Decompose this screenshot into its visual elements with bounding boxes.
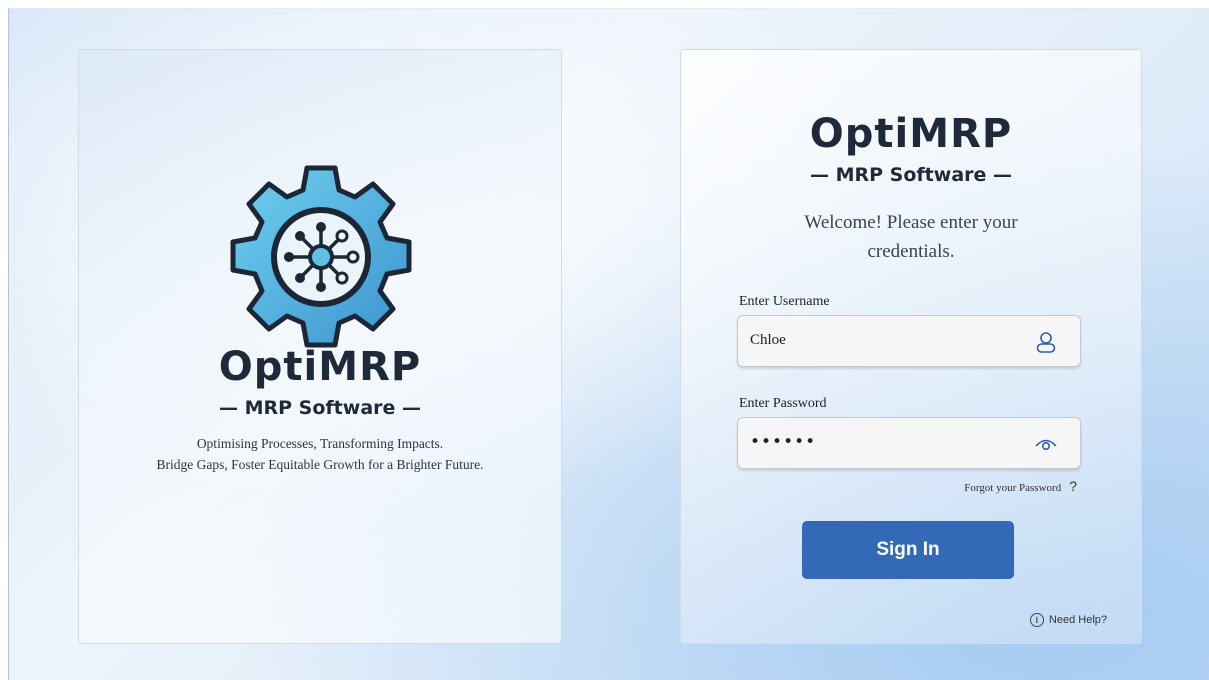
- username-value: Chloe: [750, 332, 786, 348]
- username-label: Enter Username: [739, 294, 830, 309]
- username-field[interactable]: Chloe: [737, 315, 1081, 367]
- need-help-link[interactable]: i Need Help?: [1029, 613, 1107, 627]
- welcome-line-2: credentials.: [867, 241, 955, 262]
- brand-panel: OptiMRP — MRP Software — Optimising Proc…: [78, 49, 562, 644]
- brand-subtitle: — MRP Software —: [218, 397, 422, 419]
- welcome-line-1: Welcome! Please enter your: [804, 212, 1018, 233]
- gear-network-icon: [221, 160, 421, 360]
- eye-icon[interactable]: [1034, 432, 1058, 456]
- forgot-password-label: Forgot your Password: [964, 482, 1062, 494]
- question-mark-icon: ?: [1069, 478, 1077, 494]
- login-panel: OptiMRP — MRP Software — Welcome! Please…: [680, 49, 1142, 644]
- info-icon: i: [1029, 613, 1044, 627]
- password-field[interactable]: ••••••: [737, 417, 1081, 469]
- forgot-password-link[interactable]: Forgot your Password?: [964, 478, 1077, 494]
- user-icon: [1034, 330, 1058, 354]
- login-brand-subtitle: — MRP Software —: [809, 164, 1013, 186]
- password-value: ••••••: [750, 432, 817, 452]
- brand-name: OptiMRP: [218, 344, 422, 390]
- login-brand-name: OptiMRP: [809, 111, 1013, 157]
- tagline-line-2: Bridge Gaps, Foster Equitable Growth for…: [156, 457, 484, 472]
- need-help-label: Need Help?: [1048, 614, 1107, 626]
- sign-in-button[interactable]: Sign In: [802, 521, 1014, 579]
- tagline-line-1: Optimising Processes, Transforming Impac…: [196, 436, 444, 451]
- password-label: Enter Password: [739, 396, 827, 411]
